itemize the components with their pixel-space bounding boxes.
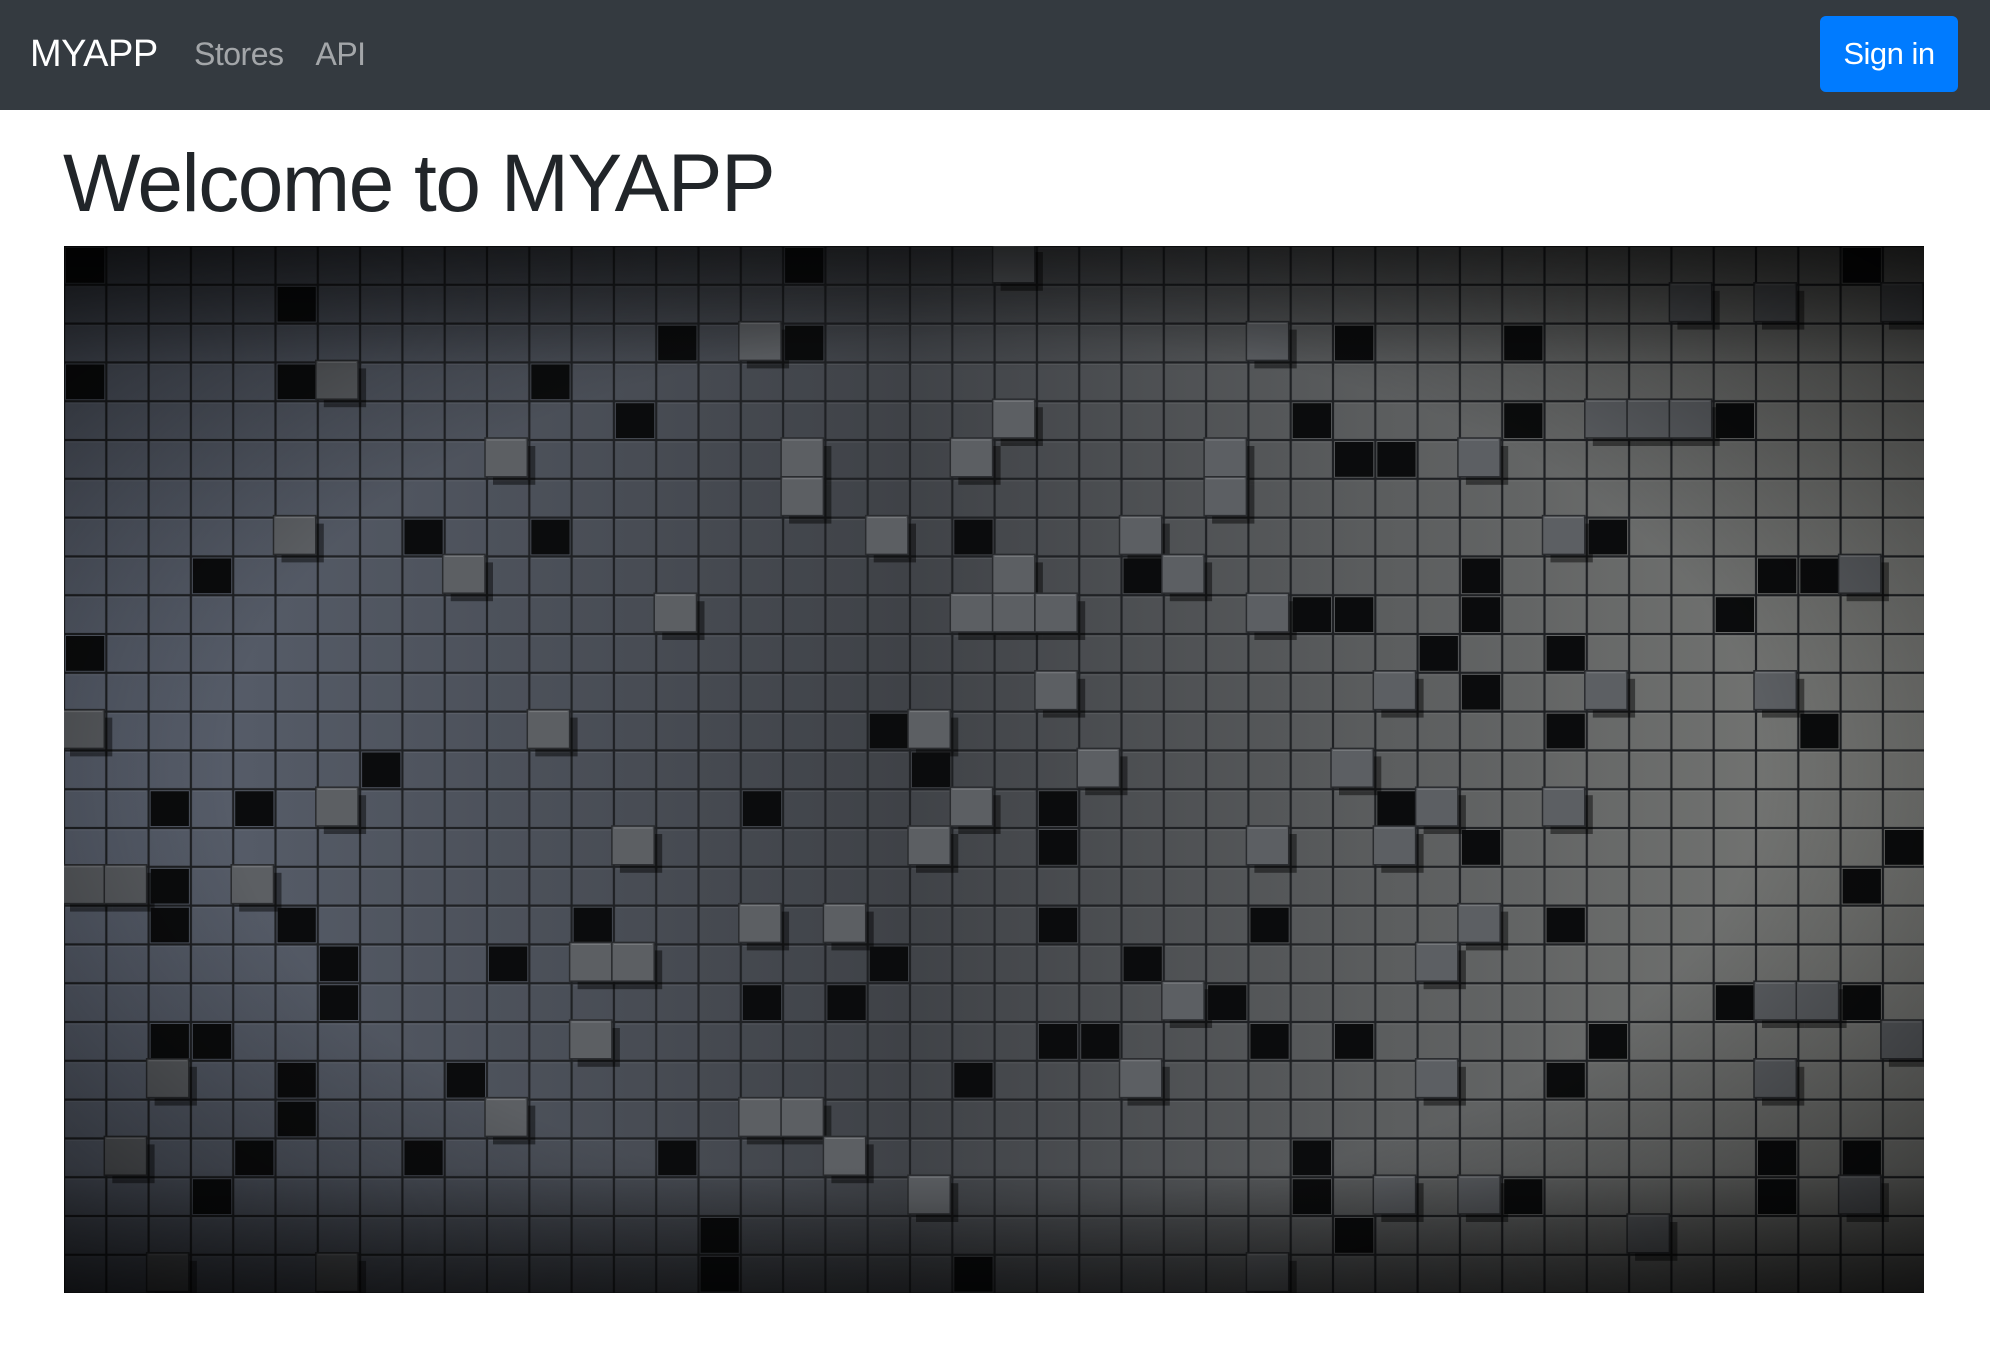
brand-logo-link[interactable]: MYAPP [30,28,158,80]
top-navbar: MYAPP Stores API Sign in [0,0,1990,110]
abstract-cube-wall-image [64,246,1924,1293]
nav-links: Stores API [194,28,366,80]
hero-image [64,246,1924,1293]
sign-in-button[interactable]: Sign in [1820,16,1958,92]
nav-link-stores[interactable]: Stores [194,28,284,80]
page-title: Welcome to MYAPP [63,138,776,229]
nav-link-api[interactable]: API [315,28,366,80]
